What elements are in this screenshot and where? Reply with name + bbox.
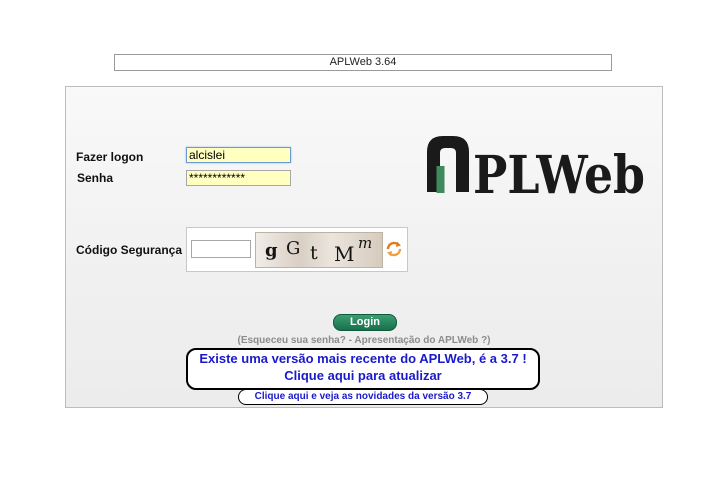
captcha-char-3: t bbox=[310, 242, 318, 264]
help-links: (Esqueceu sua senha? - Apresentação do A… bbox=[156, 335, 572, 346]
login-input[interactable] bbox=[186, 147, 291, 163]
captcha-char-4: M bbox=[334, 242, 355, 266]
logo-text: PLWeb bbox=[473, 145, 645, 198]
update-notice-line2: Clique aqui para atualizar bbox=[284, 368, 442, 383]
presentation-link[interactable]: Apresentação do APLWeb ?) bbox=[354, 335, 490, 346]
password-label: Senha bbox=[77, 171, 114, 185]
version-bar: APLWeb 3.64 bbox=[114, 54, 612, 71]
login-panel: Fazer logon Senha Código Segurança g G t… bbox=[65, 86, 663, 408]
forgot-password-link[interactable]: (Esqueceu sua senha? bbox=[237, 335, 345, 346]
login-label: Fazer logon bbox=[76, 150, 144, 164]
captcha-char-1: g bbox=[265, 240, 278, 261]
aplweb-logo: PLWeb bbox=[427, 136, 645, 198]
password-input[interactable] bbox=[186, 170, 291, 186]
security-code-label: Código Segurança bbox=[76, 243, 183, 257]
captcha-box: g G t M m bbox=[186, 227, 408, 272]
update-notice-line1: Existe uma versão mais recente do APLWeb… bbox=[199, 351, 527, 366]
refresh-captcha-icon[interactable] bbox=[385, 240, 403, 258]
captcha-image: g G t M m bbox=[255, 232, 383, 268]
login-button[interactable]: Login bbox=[333, 314, 397, 331]
captcha-char-2: G bbox=[286, 238, 301, 259]
captcha-input[interactable] bbox=[191, 240, 251, 258]
captcha-char-5: m bbox=[358, 234, 373, 252]
update-notice-button[interactable]: Existe uma versão mais recente do APLWeb… bbox=[186, 348, 540, 390]
version-text: APLWeb 3.64 bbox=[329, 56, 397, 68]
whats-new-button[interactable]: Clique aqui e veja as novidades da versã… bbox=[238, 389, 488, 405]
